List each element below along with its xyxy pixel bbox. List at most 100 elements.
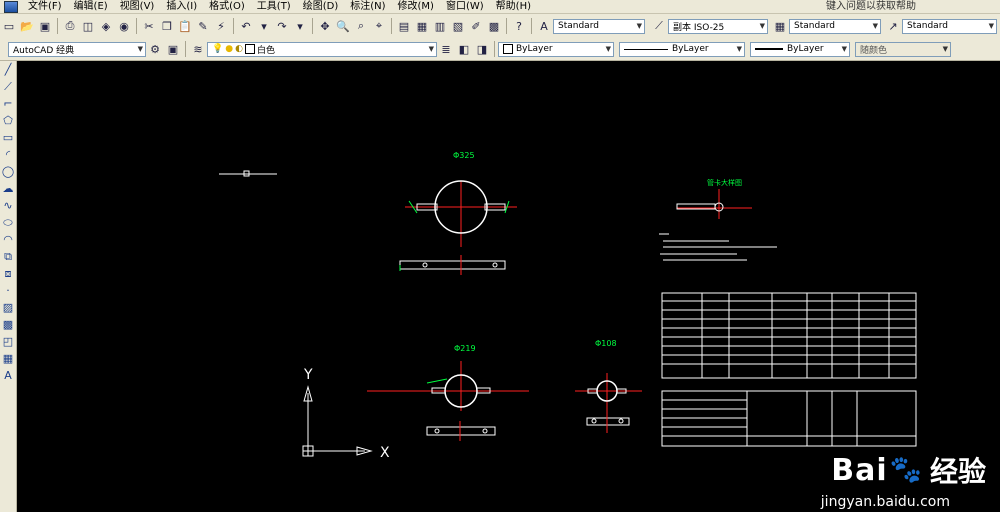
- label-pipe-219: Φ219: [454, 344, 476, 353]
- zoom-realtime-icon[interactable]: 🔍: [335, 18, 351, 34]
- undo-icon[interactable]: ↶: [238, 18, 254, 34]
- menu-insert[interactable]: 插入(I): [160, 0, 203, 13]
- paste-icon[interactable]: 📋: [177, 18, 193, 34]
- label-detail-title: 管卡大样图: [707, 178, 742, 187]
- polygon-icon[interactable]: ⬠: [1, 112, 15, 129]
- properties-icon[interactable]: ▤: [396, 18, 412, 34]
- open-file-icon[interactable]: 📂: [19, 18, 35, 34]
- undo-dropdown-icon[interactable]: ▾: [256, 18, 272, 34]
- layer-thaw-icon: ●: [225, 44, 234, 54]
- copy-icon[interactable]: ❐: [159, 18, 175, 34]
- ellipse-arc-icon[interactable]: ◠: [1, 231, 15, 248]
- hatch-icon[interactable]: ▨: [1, 299, 15, 316]
- preview-icon[interactable]: ◫: [80, 18, 96, 34]
- print-icon[interactable]: ⎙: [62, 18, 78, 34]
- arc-icon[interactable]: ◜: [1, 146, 15, 163]
- drawing-canvas[interactable]: Φ325 管卡大样图 Φ219 Φ108 Y X Bai 🐾 经验 jingya…: [17, 61, 1000, 512]
- construction-line-icon[interactable]: ⟋: [1, 78, 15, 95]
- workspace-select[interactable]: AutoCAD 经典 ▼: [8, 41, 146, 57]
- zoom-previous-icon[interactable]: ⌖: [371, 18, 387, 34]
- 3d-dwf-icon[interactable]: ◉: [116, 18, 132, 34]
- layer-previous-icon[interactable]: ◧: [456, 41, 472, 57]
- sheet-set-icon[interactable]: ▧: [450, 18, 466, 34]
- menu-window[interactable]: 窗口(W): [440, 0, 490, 13]
- menu-draw[interactable]: 绘图(D): [297, 0, 345, 13]
- help-search-box[interactable]: 键入问题以获取帮助: [826, 0, 916, 13]
- watermark-url: jingyan.baidu.com: [820, 494, 950, 510]
- label-pipe-325: Φ325: [453, 151, 475, 160]
- publish-icon[interactable]: ◈: [98, 18, 114, 34]
- tool-palettes-icon[interactable]: ▥: [432, 18, 448, 34]
- toolbar-separator: [391, 18, 392, 34]
- lineweight-select[interactable]: ByLayer ▼: [750, 41, 850, 57]
- multiline-text-icon[interactable]: A: [1, 367, 15, 384]
- text-style-select[interactable]: Standard ▼: [553, 18, 645, 34]
- zoom-window-icon[interactable]: ⌕: [353, 18, 369, 34]
- circle-icon[interactable]: ◯: [1, 163, 15, 180]
- markup-icon[interactable]: ✐: [468, 18, 484, 34]
- layers-toolbar: AutoCAD 经典 ▼ ⚙ ▣ ≋ 💡 ● ◐ 白色 ▼ ≣ ◧ ◨ ByLay…: [0, 38, 1000, 61]
- pipe-clamp-108: Φ108: [575, 339, 642, 433]
- ucs-x-label: X: [380, 445, 390, 461]
- table-icon[interactable]: ▦: [1, 350, 15, 367]
- layer-states-icon[interactable]: ◨: [474, 41, 490, 57]
- redo-dropdown-icon[interactable]: ▾: [292, 18, 308, 34]
- make-block-icon[interactable]: ⧈: [1, 265, 15, 282]
- region-icon[interactable]: ◰: [1, 333, 15, 350]
- multileader-style-select[interactable]: Standard ▼: [902, 18, 997, 34]
- toolbar-separator: [136, 18, 137, 34]
- material-table: [661, 292, 917, 447]
- polyline-icon[interactable]: ⌐: [1, 95, 15, 112]
- table-style-select[interactable]: Standard ▼: [789, 18, 881, 34]
- linetype-select[interactable]: ByLayer ▼: [619, 41, 745, 57]
- workspace-save-icon[interactable]: ▣: [165, 41, 181, 57]
- redo-icon[interactable]: ↷: [274, 18, 290, 34]
- menu-view[interactable]: 视图(V): [114, 0, 161, 13]
- dim-style-select[interactable]: 副本 ISO-25 ▼: [668, 18, 768, 34]
- spline-icon[interactable]: ∿: [1, 197, 15, 214]
- line-icon[interactable]: ╱: [1, 61, 15, 78]
- new-file-icon[interactable]: ▭: [1, 18, 17, 34]
- menu-file[interactable]: 文件(F): [22, 0, 68, 13]
- make-layer-current-icon[interactable]: ≣: [438, 41, 454, 57]
- toolbar-separator: [185, 41, 186, 57]
- layer-manager-icon[interactable]: ≋: [190, 41, 206, 57]
- help-icon[interactable]: ?: [511, 18, 527, 34]
- point-icon[interactable]: ·: [1, 282, 15, 299]
- menu-dimension[interactable]: 标注(N): [344, 0, 391, 13]
- save-icon[interactable]: ▣: [37, 18, 53, 34]
- color-swatch: [503, 44, 513, 54]
- pan-icon[interactable]: ✥: [317, 18, 333, 34]
- menu-edit[interactable]: 编辑(E): [68, 0, 114, 13]
- label-pipe-108: Φ108: [595, 339, 617, 348]
- layer-select[interactable]: 💡 ● ◐ 白色 ▼: [207, 41, 437, 57]
- gradient-icon[interactable]: ▩: [1, 316, 15, 333]
- revision-cloud-icon[interactable]: ☁: [1, 180, 15, 197]
- workspace-settings-icon[interactable]: ⚙: [147, 41, 163, 57]
- rectangle-icon[interactable]: ▭: [1, 129, 15, 146]
- color-select[interactable]: ByLayer ▼: [498, 41, 614, 57]
- menu-tools[interactable]: 工具(T): [251, 0, 297, 13]
- draw-toolbar: ╱ ⟋ ⌐ ⬠ ▭ ◜ ◯ ☁ ∿ ⬭ ◠ ⧉ ⧈ · ▨ ▩ ◰ ▦ A: [0, 61, 17, 512]
- menu-modify[interactable]: 修改(M): [392, 0, 440, 13]
- design-center-icon[interactable]: ▦: [414, 18, 430, 34]
- ellipse-icon[interactable]: ⬭: [1, 214, 15, 231]
- match-properties-icon[interactable]: ✎: [195, 18, 211, 34]
- toolbar-separator: [57, 18, 58, 34]
- cut-icon[interactable]: ✂: [141, 18, 157, 34]
- menu-help[interactable]: 帮助(H): [490, 0, 537, 13]
- app-icon[interactable]: [4, 0, 18, 13]
- menu-format[interactable]: 格式(O): [203, 0, 251, 13]
- ucs-icon: Y X: [302, 367, 390, 461]
- notes-block: [659, 233, 777, 261]
- menu-bar: 文件(F) 编辑(E) 视图(V) 插入(I) 格式(O) 工具(T) 绘图(D…: [0, 0, 1000, 14]
- layer-lock-icon: ◐: [235, 44, 243, 54]
- paw-icon: 🐾: [889, 455, 922, 485]
- lineweight-preview: [755, 48, 783, 50]
- dim-style-icon: ⟋: [655, 19, 663, 32]
- calculator-icon[interactable]: ▩: [486, 18, 502, 34]
- insert-block-icon[interactable]: ⧉: [1, 248, 15, 265]
- block-editor-icon[interactable]: ⚡: [213, 18, 229, 34]
- text-style-icon: A: [540, 19, 548, 33]
- toolbar-separator: [312, 18, 313, 34]
